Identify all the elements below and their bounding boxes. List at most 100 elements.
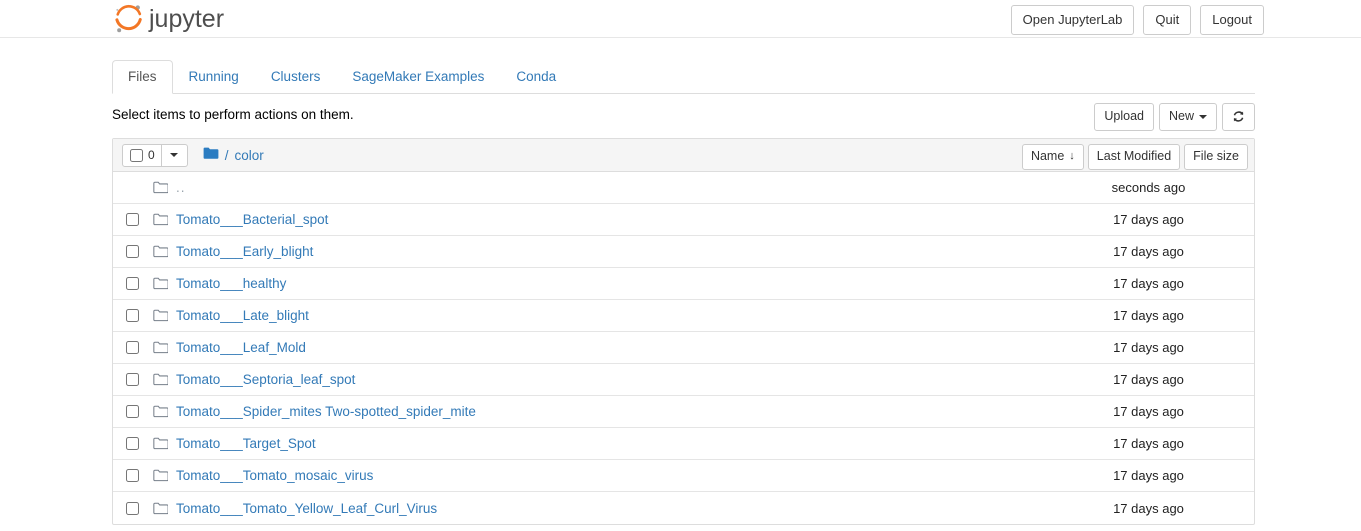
last-modified-text: 17 days ago [1113, 340, 1184, 355]
open-jupyterlab-button[interactable]: Open JupyterLab [1010, 5, 1135, 35]
folder-icon [150, 309, 176, 322]
selection-hint-text: Select items to perform actions on them. [112, 107, 354, 122]
row-checkbox[interactable] [126, 309, 139, 322]
tab-sagemaker-examples[interactable]: SageMaker Examples [336, 60, 500, 94]
row-checkbox[interactable] [126, 277, 139, 290]
row-checkbox[interactable] [126, 501, 139, 515]
folder-icon [150, 277, 176, 290]
logout-button[interactable]: Logout [1200, 5, 1264, 35]
folder-icon [150, 502, 176, 515]
file-list-header: 0 / color Name ↓ Last Modified File size [113, 139, 1254, 172]
folder-link[interactable]: Tomato___Tomato_mosaic_virus [176, 468, 1060, 483]
table-row[interactable]: Tomato___Septoria_leaf_spot 17 days ago [113, 364, 1254, 396]
last-modified-text: 17 days ago [1113, 244, 1184, 259]
last-modified-text: 17 days ago [1113, 276, 1184, 291]
table-row[interactable]: Tomato___Spider_mites Two-spotted_spider… [113, 396, 1254, 428]
refresh-icon [1232, 110, 1245, 123]
row-checkbox-cell [122, 405, 150, 418]
folder-icon [150, 213, 176, 226]
folder-link[interactable]: Tomato___Leaf_Mold [176, 340, 1060, 355]
row-checkbox-cell [122, 245, 150, 258]
table-row[interactable]: Tomato___Target_Spot 17 days ago [113, 428, 1254, 460]
folder-link[interactable]: Tomato___Septoria_leaf_spot [176, 372, 1060, 387]
folder-link[interactable]: Tomato___Bacterial_spot [176, 212, 1060, 227]
folder-link[interactable]: Tomato___Spider_mites Two-spotted_spider… [176, 404, 1060, 419]
tab-bar: Files Running Clusters SageMaker Example… [112, 59, 1255, 94]
table-row[interactable]: Tomato___Bacterial_spot 17 days ago [113, 204, 1254, 236]
table-row[interactable]: Tomato___Early_blight 17 days ago [113, 236, 1254, 268]
table-row[interactable]: Tomato___healthy 17 days ago [113, 268, 1254, 300]
toolbar-row: Select items to perform actions on them.… [112, 103, 1255, 135]
sort-by-file-size-button[interactable]: File size [1184, 144, 1248, 170]
row-checkbox[interactable] [126, 245, 139, 258]
folder-icon [150, 341, 176, 354]
row-checkbox[interactable] [126, 341, 139, 354]
tab-files[interactable]: Files [112, 60, 173, 94]
row-checkbox-cell [122, 309, 150, 322]
breadcrumb-item-color[interactable]: color [234, 148, 263, 163]
folder-icon [150, 245, 176, 258]
chevron-down-icon [170, 153, 179, 157]
last-modified-text: 17 days ago [1113, 500, 1184, 516]
sort-descending-arrow-icon: ↓ [1069, 149, 1075, 162]
row-checkbox-cell [122, 469, 150, 482]
jupyter-brand[interactable]: jupyter [112, 2, 224, 36]
parent-directory-link[interactable]: .. [176, 180, 1060, 195]
table-row[interactable]: Tomato___Tomato_Yellow_Leaf_Curl_Virus 17… [113, 492, 1254, 524]
last-modified-text: 17 days ago [1113, 212, 1184, 227]
folder-filled-icon[interactable] [203, 147, 219, 163]
tab-conda[interactable]: Conda [500, 60, 572, 94]
upload-button-label: Upload [1104, 109, 1144, 124]
sort-by-last-modified-button[interactable]: Last Modified [1087, 144, 1181, 170]
refresh-button[interactable] [1222, 103, 1255, 131]
file-list-body: .. seconds ago Tomato___Bacterial_spot 17 d… [113, 172, 1254, 524]
top-header-bar: jupyter Open JupyterLab Quit Logout [0, 0, 1361, 38]
jupyter-logo-icon [112, 4, 146, 34]
sort-controls: Name ↓ Last Modified File size [1021, 144, 1248, 170]
last-modified-text: 17 days ago [1113, 372, 1184, 387]
sort-by-name-button[interactable]: Name ↓ [1021, 144, 1084, 170]
quit-button[interactable]: Quit [1143, 5, 1192, 35]
folder-link[interactable]: Tomato___Late_blight [176, 308, 1060, 323]
chevron-down-icon [1199, 114, 1207, 119]
table-row[interactable]: Tomato___Late_blight 17 days ago [113, 300, 1254, 332]
select-all-group: 0 [122, 143, 188, 167]
folder-icon [150, 405, 176, 418]
last-modified-text: 17 days ago [1113, 436, 1184, 451]
brand-title: jupyter [149, 4, 225, 33]
toolbar-actions: Upload New [1094, 103, 1255, 131]
folder-icon [150, 181, 176, 194]
row-checkbox[interactable] [126, 405, 139, 418]
row-checkbox-cell [122, 373, 150, 386]
row-checkbox[interactable] [126, 437, 139, 450]
row-checkbox-cell [122, 501, 150, 515]
row-checkbox[interactable] [126, 213, 139, 226]
upload-button[interactable]: Upload [1094, 103, 1154, 131]
table-row[interactable]: Tomato___Tomato_mosaic_virus 17 days ago [113, 460, 1254, 492]
select-all-box[interactable]: 0 [122, 143, 162, 167]
row-checkbox-cell [122, 277, 150, 290]
row-checkbox[interactable] [126, 469, 139, 482]
folder-link[interactable]: Tomato___healthy [176, 276, 1060, 291]
folder-link[interactable]: Tomato___Target_Spot [176, 436, 1060, 451]
last-modified-text: 17 days ago [1113, 468, 1184, 483]
table-row[interactable]: .. seconds ago [113, 172, 1254, 204]
folder-icon [150, 373, 176, 386]
new-dropdown-button[interactable]: New [1158, 103, 1217, 131]
last-modified-text: 17 days ago [1113, 308, 1184, 323]
row-checkbox[interactable] [126, 373, 139, 386]
tab-clusters[interactable]: Clusters [255, 60, 337, 94]
header-actions: Open JupyterLab Quit Logout [1010, 5, 1264, 35]
select-options-dropdown[interactable] [161, 143, 188, 167]
last-modified-text: 17 days ago [1113, 404, 1184, 419]
last-modified-text: seconds ago [1111, 180, 1186, 195]
folder-link[interactable]: Tomato___Tomato_Yellow_Leaf_Curl_Virus [176, 501, 1060, 516]
breadcrumb: / color [203, 147, 264, 163]
folder-link[interactable]: Tomato___Early_blight [176, 244, 1060, 259]
table-row[interactable]: Tomato___Leaf_Mold 17 days ago [113, 332, 1254, 364]
select-all-checkbox[interactable] [130, 148, 143, 162]
tab-running[interactable]: Running [173, 60, 255, 94]
file-list-panel: 0 / color Name ↓ Last Modified File size… [112, 138, 1255, 525]
row-checkbox-cell [122, 213, 150, 226]
breadcrumb-separator: / [224, 147, 229, 163]
